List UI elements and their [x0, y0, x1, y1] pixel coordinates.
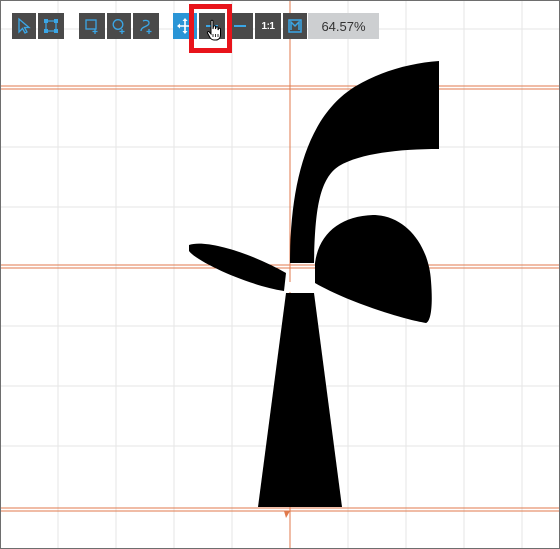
actual-size-button[interactable]: 1:1: [255, 13, 281, 39]
node-tool-button[interactable]: [38, 13, 64, 39]
zoom-level-display: 64.57%: [308, 13, 379, 39]
hand-pointer-icon: [206, 19, 224, 46]
one-to-one-icon: 1:1: [261, 20, 275, 32]
fit-window-icon: [288, 19, 302, 33]
minus-icon: [234, 25, 246, 27]
ellipse-plus-icon: [112, 19, 125, 34]
glyph-stem: [258, 293, 342, 507]
glyph-canvas[interactable]: [1, 1, 559, 548]
glyph-left-crossbar: [189, 243, 286, 291]
select-tool-button[interactable]: [12, 13, 36, 39]
origin-marker: [284, 511, 290, 518]
glyph-right-lobe: [315, 215, 432, 323]
pen-tool-button[interactable]: [133, 13, 159, 39]
arrow-cursor-icon: [18, 17, 31, 34]
glyph-editor-canvas[interactable]: 1:1 64.57%: [0, 0, 560, 549]
ellipse-tool-button[interactable]: [107, 13, 131, 39]
glyph-f[interactable]: [189, 61, 439, 507]
fit-to-window-button[interactable]: [283, 13, 307, 39]
glyph-gap: [288, 282, 302, 292]
zoom-level-value: 64.57%: [321, 18, 366, 34]
curve-pen-icon: [140, 19, 152, 34]
rectangle-tool-button[interactable]: [79, 13, 105, 39]
node-select-icon: [44, 19, 58, 33]
rectangle-plus-icon: [85, 19, 98, 34]
